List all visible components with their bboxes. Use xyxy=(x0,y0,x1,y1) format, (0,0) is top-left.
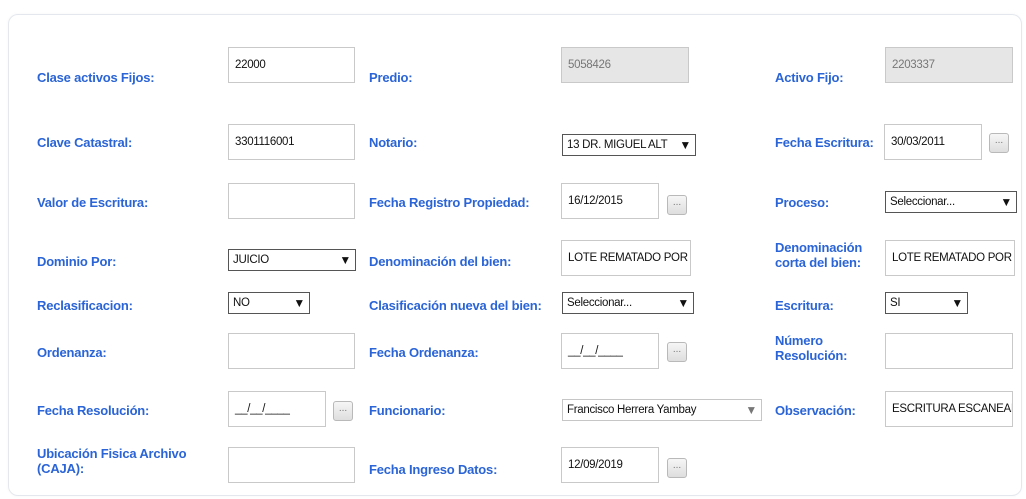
observacion-label: Observación: xyxy=(775,403,856,418)
escritura-label: Escritura: xyxy=(775,298,834,313)
ubicacion-label: Ubicación Fisica Archivo (CAJA): xyxy=(37,446,187,476)
denominacion-corta-label: Denominación corta del bien: xyxy=(775,240,862,270)
fecha-escritura-input[interactable]: 30/03/2011 xyxy=(884,124,982,160)
ordenanza-label: Ordenanza: xyxy=(37,345,107,360)
denominacion-corta-input[interactable]: LOTE REMATADO POR xyxy=(885,240,1015,276)
reclasificacion-label: Reclasificacion: xyxy=(37,298,133,313)
valor-escritura-label: Valor de Escritura: xyxy=(37,195,149,210)
chevron-down-icon: ▼ xyxy=(677,296,689,310)
clave-catastral-label: Clave Catastral: xyxy=(37,135,133,150)
fecha-ingreso-label: Fecha Ingreso Datos: xyxy=(369,462,498,477)
denominacion-bien-label: Denominación del bien: xyxy=(369,254,512,269)
chevron-down-icon: ▼ xyxy=(745,403,757,417)
ubicacion-input[interactable] xyxy=(228,447,355,483)
denominacion-corta-label-line2: corta del bien: xyxy=(775,255,861,270)
proceso-select-value: Seleccionar... xyxy=(890,196,955,208)
fecha-resolucion-label: Fecha Resolución: xyxy=(37,403,150,418)
predio-input: 5058426 xyxy=(561,47,689,83)
fecha-registro-input[interactable]: 16/12/2015 xyxy=(561,183,659,219)
fecha-escritura-label: Fecha Escritura: xyxy=(775,135,874,150)
clasificacion-nueva-select[interactable]: Seleccionar... ▼ xyxy=(562,292,694,314)
fecha-ordenanza-label: Fecha Ordenanza: xyxy=(369,345,479,360)
fecha-registro-calendar-button[interactable]: ... xyxy=(667,195,687,215)
ubicacion-label-line1: Ubicación Fisica Archivo xyxy=(37,446,187,461)
escritura-select[interactable]: SI ▼ xyxy=(885,292,968,314)
denominacion-bien-input[interactable]: LOTE REMATADO POR xyxy=(561,240,691,276)
fecha-escritura-calendar-button[interactable]: ... xyxy=(989,133,1009,153)
numero-resolucion-input[interactable] xyxy=(885,333,1013,369)
predio-label: Predio: xyxy=(369,70,413,85)
observacion-input[interactable]: ESCRITURA ESCANEAI xyxy=(885,391,1013,427)
chevron-down-icon: ▼ xyxy=(679,138,691,152)
fecha-ordenanza-input[interactable]: __/__/____ xyxy=(561,333,659,369)
fecha-ingreso-calendar-button[interactable]: ... xyxy=(667,458,687,478)
escritura-select-value: SI xyxy=(890,297,901,309)
fecha-resolucion-calendar-button[interactable]: ... xyxy=(333,401,353,421)
valor-escritura-input[interactable] xyxy=(228,183,355,219)
activo-fijo-input: 2203337 xyxy=(885,47,1013,83)
clasificacion-nueva-select-value: Seleccionar... xyxy=(567,297,632,309)
ordenanza-input[interactable] xyxy=(228,333,355,369)
denominacion-corta-label-line1: Denominación xyxy=(775,240,863,255)
numero-resolucion-label-line2: Resolución: xyxy=(775,348,848,363)
chevron-down-icon: ▼ xyxy=(951,296,963,310)
notario-select[interactable]: 13 DR. MIGUEL ALT ▼ xyxy=(562,134,696,156)
fecha-registro-label: Fecha Registro Propiedad: xyxy=(369,195,530,210)
numero-resolucion-label-line1: Número xyxy=(775,333,823,348)
dominio-por-label: Dominio Por: xyxy=(37,254,117,269)
funcionario-select-value: Francisco Herrera Yambay xyxy=(567,404,697,416)
ubicacion-label-line2: (CAJA): xyxy=(37,461,84,476)
clasificacion-nueva-label: Clasificación nueva del bien: xyxy=(369,298,542,313)
fecha-ordenanza-calendar-button[interactable]: ... xyxy=(667,342,687,362)
chevron-down-icon: ▼ xyxy=(1000,195,1012,209)
funcionario-label: Funcionario: xyxy=(369,403,446,418)
chevron-down-icon: ▼ xyxy=(339,253,351,267)
dominio-por-select-value: JUICIO xyxy=(233,254,269,266)
proceso-select[interactable]: Seleccionar... ▼ xyxy=(885,191,1017,213)
funcionario-select[interactable]: Francisco Herrera Yambay ▼ xyxy=(562,399,762,421)
dominio-por-select[interactable]: JUICIO ▼ xyxy=(228,249,356,271)
activo-fijo-label: Activo Fijo: xyxy=(775,70,844,85)
fecha-ingreso-input[interactable]: 12/09/2019 xyxy=(561,447,659,483)
proceso-label: Proceso: xyxy=(775,195,830,210)
asset-form-panel xyxy=(8,14,1022,496)
fecha-resolucion-input[interactable]: __/__/____ xyxy=(228,391,326,427)
clave-catastral-input[interactable]: 3301116001 xyxy=(228,124,355,160)
clase-activos-input[interactable]: 22000 xyxy=(228,47,355,83)
notario-label: Notario: xyxy=(369,135,418,150)
reclasificacion-select[interactable]: NO ▼ xyxy=(228,292,310,314)
clase-activos-label: Clase activos Fijos: xyxy=(37,70,155,85)
numero-resolucion-label: Número Resolución: xyxy=(775,333,847,363)
notario-select-value: 13 DR. MIGUEL ALT xyxy=(567,139,668,151)
chevron-down-icon: ▼ xyxy=(293,296,305,310)
reclasificacion-select-value: NO xyxy=(233,297,250,309)
